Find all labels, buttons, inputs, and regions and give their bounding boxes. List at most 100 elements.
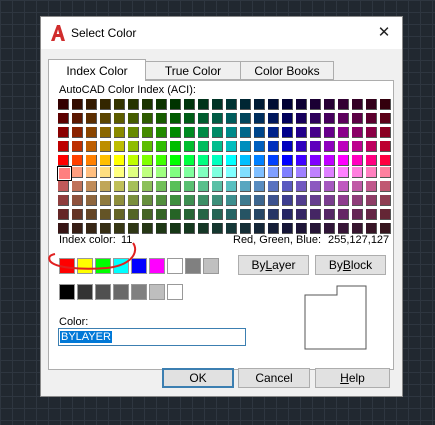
aci-swatch[interactable] <box>170 113 181 124</box>
aci-swatch[interactable] <box>268 141 279 152</box>
fixed-color-swatch[interactable] <box>131 284 147 300</box>
aci-swatch[interactable] <box>380 195 391 206</box>
aci-swatch[interactable] <box>72 223 83 234</box>
aci-swatch[interactable] <box>268 195 279 206</box>
aci-swatch[interactable] <box>58 155 69 166</box>
aci-swatch[interactable] <box>268 127 279 138</box>
aci-swatch[interactable] <box>170 167 181 178</box>
aci-swatch[interactable] <box>254 113 265 124</box>
aci-swatch[interactable] <box>114 113 125 124</box>
aci-swatch[interactable] <box>184 155 195 166</box>
aci-swatch[interactable] <box>352 209 363 220</box>
aci-swatch[interactable] <box>310 127 321 138</box>
aci-swatch[interactable] <box>296 195 307 206</box>
aci-swatch[interactable] <box>100 141 111 152</box>
aci-swatch[interactable] <box>324 155 335 166</box>
aci-swatch[interactable] <box>156 99 167 110</box>
aci-swatch[interactable] <box>156 127 167 138</box>
aci-swatch[interactable] <box>254 195 265 206</box>
aci-swatch[interactable] <box>114 167 125 178</box>
aci-swatch[interactable] <box>338 195 349 206</box>
aci-swatch[interactable] <box>282 167 293 178</box>
aci-swatch[interactable] <box>296 167 307 178</box>
aci-swatch[interactable] <box>198 155 209 166</box>
aci-swatch[interactable] <box>338 127 349 138</box>
aci-swatch[interactable] <box>142 141 153 152</box>
aci-swatch[interactable] <box>156 141 167 152</box>
aci-swatch[interactable] <box>366 223 377 234</box>
aci-swatch[interactable] <box>338 181 349 192</box>
aci-swatch[interactable] <box>338 99 349 110</box>
aci-swatch[interactable] <box>184 167 195 178</box>
aci-swatch[interactable] <box>282 209 293 220</box>
aci-swatch[interactable] <box>366 127 377 138</box>
aci-swatch[interactable] <box>380 113 391 124</box>
aci-swatch[interactable] <box>100 209 111 220</box>
cancel-button[interactable]: Cancel <box>238 368 310 388</box>
aci-swatch[interactable] <box>310 195 321 206</box>
aci-swatch[interactable] <box>310 167 321 178</box>
fixed-color-swatch[interactable] <box>167 258 183 274</box>
aci-swatch[interactable] <box>352 113 363 124</box>
aci-swatch[interactable] <box>72 195 83 206</box>
aci-swatch[interactable] <box>366 155 377 166</box>
aci-swatch[interactable] <box>282 141 293 152</box>
aci-swatch[interactable] <box>268 113 279 124</box>
aci-swatch[interactable] <box>226 167 237 178</box>
aci-swatch[interactable] <box>58 113 69 124</box>
aci-swatch[interactable] <box>268 99 279 110</box>
aci-swatch[interactable] <box>156 113 167 124</box>
aci-swatch[interactable] <box>198 113 209 124</box>
aci-swatch[interactable] <box>310 181 321 192</box>
aci-swatch[interactable] <box>352 223 363 234</box>
aci-swatch[interactable] <box>240 127 251 138</box>
aci-swatch[interactable] <box>240 209 251 220</box>
aci-swatch[interactable] <box>128 223 139 234</box>
aci-swatch[interactable] <box>198 167 209 178</box>
aci-swatch[interactable] <box>156 181 167 192</box>
fixed-color-swatch[interactable] <box>185 258 201 274</box>
aci-swatch[interactable] <box>352 167 363 178</box>
aci-swatch[interactable] <box>72 209 83 220</box>
close-button[interactable]: ✕ <box>372 21 396 45</box>
ok-button[interactable]: OK <box>162 368 234 388</box>
aci-swatch[interactable] <box>240 141 251 152</box>
aci-swatch[interactable] <box>380 155 391 166</box>
aci-swatch[interactable] <box>254 127 265 138</box>
aci-swatch[interactable] <box>366 141 377 152</box>
bylayer-button[interactable]: ByLayer <box>238 255 309 275</box>
aci-swatch[interactable] <box>324 181 335 192</box>
aci-swatch[interactable] <box>296 99 307 110</box>
aci-swatch[interactable] <box>198 195 209 206</box>
aci-swatch[interactable] <box>58 195 69 206</box>
aci-swatch[interactable] <box>352 141 363 152</box>
aci-swatch[interactable] <box>72 141 83 152</box>
aci-swatch[interactable] <box>198 127 209 138</box>
aci-swatch[interactable] <box>310 141 321 152</box>
aci-swatch[interactable] <box>72 181 83 192</box>
aci-swatch[interactable] <box>338 113 349 124</box>
aci-swatch[interactable] <box>184 195 195 206</box>
aci-swatch[interactable] <box>212 127 223 138</box>
fixed-color-swatch[interactable] <box>95 258 111 274</box>
fixed-color-swatch[interactable] <box>113 258 129 274</box>
aci-swatch[interactable] <box>58 209 69 220</box>
aci-swatch[interactable] <box>296 155 307 166</box>
aci-swatch[interactable] <box>100 223 111 234</box>
aci-swatch[interactable] <box>240 181 251 192</box>
aci-swatch[interactable] <box>198 99 209 110</box>
aci-swatch[interactable] <box>226 223 237 234</box>
aci-swatch[interactable] <box>226 155 237 166</box>
aci-swatch[interactable] <box>212 99 223 110</box>
aci-swatch[interactable] <box>324 127 335 138</box>
aci-swatch[interactable] <box>268 223 279 234</box>
aci-swatch[interactable] <box>282 127 293 138</box>
aci-swatch[interactable] <box>170 181 181 192</box>
aci-swatch[interactable] <box>198 141 209 152</box>
aci-swatch[interactable] <box>338 167 349 178</box>
aci-swatch[interactable] <box>100 127 111 138</box>
aci-swatch[interactable] <box>72 99 83 110</box>
aci-swatch[interactable] <box>268 155 279 166</box>
aci-swatch[interactable] <box>296 113 307 124</box>
aci-swatch[interactable] <box>352 155 363 166</box>
